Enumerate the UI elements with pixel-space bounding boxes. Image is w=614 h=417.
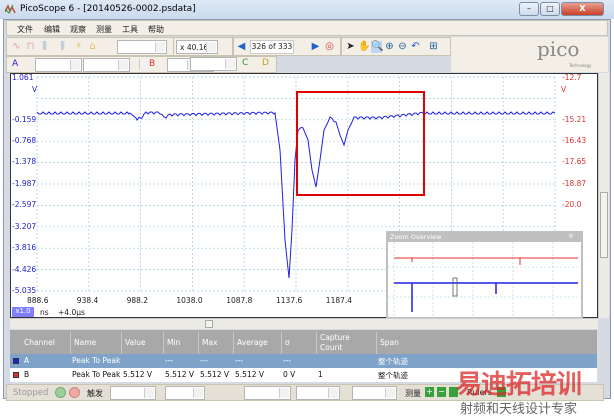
cell-span: 整个轨迹: [378, 371, 408, 380]
remove-measurement-button[interactable]: −: [437, 387, 446, 397]
vertical-scroll-thumb[interactable]: [600, 192, 608, 258]
start-button[interactable]: [55, 387, 66, 398]
trigger-mode-dropdown[interactable]: [110, 386, 156, 400]
col-min[interactable]: Min: [163, 332, 198, 354]
horizontal-scrollbar[interactable]: [10, 318, 598, 329]
cell-value: 5.512 V: [123, 370, 152, 379]
trigger-type-dropdown[interactable]: [165, 386, 205, 400]
left-axis-tick: V: [32, 85, 38, 94]
col-capture-count[interactable]: Capture Count: [316, 332, 376, 354]
close-overview-icon[interactable]: ×: [568, 232, 574, 240]
trigger-threshold-field[interactable]: [244, 386, 291, 400]
cell-max: ---: [200, 356, 209, 365]
zoom-overview-header: Zoom Overview ×: [388, 232, 581, 242]
zoom-overview-panel[interactable]: Zoom Overview ×: [386, 231, 583, 319]
right-axis-tick: -12.7: [562, 73, 582, 82]
col-name[interactable]: Name: [70, 332, 121, 354]
col-sigma[interactable]: σ: [281, 332, 316, 354]
col-span[interactable]: Span: [376, 332, 597, 354]
run-state: Stopped: [13, 388, 49, 398]
measurements-table-header: Channel Name Value Min Max Average σ Cap…: [10, 330, 597, 354]
right-axis-tick: -16.43: [562, 136, 587, 145]
watermark-subtitle: 射频和天线设计专家: [460, 402, 578, 417]
col-average[interactable]: Average: [233, 332, 281, 354]
right-axis-tick: -15.21: [562, 115, 587, 124]
add-measurement-button[interactable]: +: [425, 387, 434, 397]
x-scale-badge[interactable]: x1.0: [12, 307, 34, 317]
overview-window-marker: [452, 277, 458, 297]
left-axis-tick: -3.816: [12, 243, 37, 252]
left-axis-tick: -0.768: [12, 136, 37, 145]
x-axis-tick: 1087.8: [226, 296, 253, 305]
col-max[interactable]: Max: [198, 332, 233, 354]
left-axis-tick: -2.597: [12, 200, 37, 209]
x-offset: +4.0μs: [58, 308, 85, 317]
right-axis-tick: -18.87: [562, 179, 587, 188]
left-axis-tick: -1.378: [12, 157, 37, 166]
left-axis-tick: -1.987: [12, 179, 37, 188]
trigger-label: 触发: [87, 389, 103, 398]
channel-color-swatch: [13, 372, 19, 378]
cell-average: ---: [235, 356, 244, 365]
x-axis-tick: 888.6: [27, 296, 49, 305]
x-axis-tick: 1187.4: [325, 296, 353, 305]
x-axis-tick: 988.2: [126, 296, 149, 305]
x-axis-tick: 938.4: [76, 296, 99, 305]
trigger-delay-field[interactable]: [352, 386, 397, 400]
cell-span: 整个轨迹: [378, 357, 408, 366]
right-axis-tick: -20.0: [562, 200, 582, 209]
left-axis-tick: -5.035: [12, 286, 37, 295]
cell-channel: B: [24, 370, 30, 379]
vertical-scrollbar[interactable]: [598, 73, 609, 318]
cell-sigma: 0 V: [283, 370, 296, 379]
watermark-logo: 易迪拓培训: [456, 370, 582, 400]
x-unit: ns: [40, 308, 49, 317]
pretrigger-field[interactable]: [296, 386, 340, 400]
horizontal-scroll-thumb[interactable]: [205, 320, 213, 328]
highlight-box: [296, 91, 425, 196]
overview-traces: [388, 242, 581, 317]
cell-max: 5.512 V: [200, 370, 229, 379]
right-axis-tick: -17.65: [562, 157, 587, 166]
col-value[interactable]: Value: [121, 332, 163, 354]
cell-average: 5.512 V: [235, 370, 264, 379]
left-axis-tick: -0.159: [12, 115, 37, 124]
zoom-overview-title: Zoom Overview: [390, 233, 442, 241]
x-axis-tick: 1137.6: [276, 296, 303, 305]
left-axis-tick: -3.207: [12, 222, 37, 231]
right-axis-tick: V: [561, 85, 567, 94]
col-channel[interactable]: Channel: [10, 332, 70, 354]
channel-color-swatch: [13, 358, 19, 364]
cell-min: 5.512 V: [165, 370, 194, 379]
x-axis-tick: 1038.0: [176, 296, 203, 305]
cell-min: ---: [165, 356, 174, 365]
cell-name: Peak To Peak: [72, 370, 121, 379]
cell-count: 1: [318, 370, 323, 379]
stop-button[interactable]: [69, 387, 80, 398]
cell-channel: A: [24, 356, 30, 365]
cell-sigma: ---: [283, 356, 292, 365]
left-axis-tick: 1.061: [12, 73, 34, 82]
cell-name: Peak To Peak: [72, 356, 121, 365]
measurements-label: 测量: [405, 389, 421, 398]
left-axis-tick: -4.426: [12, 265, 37, 274]
